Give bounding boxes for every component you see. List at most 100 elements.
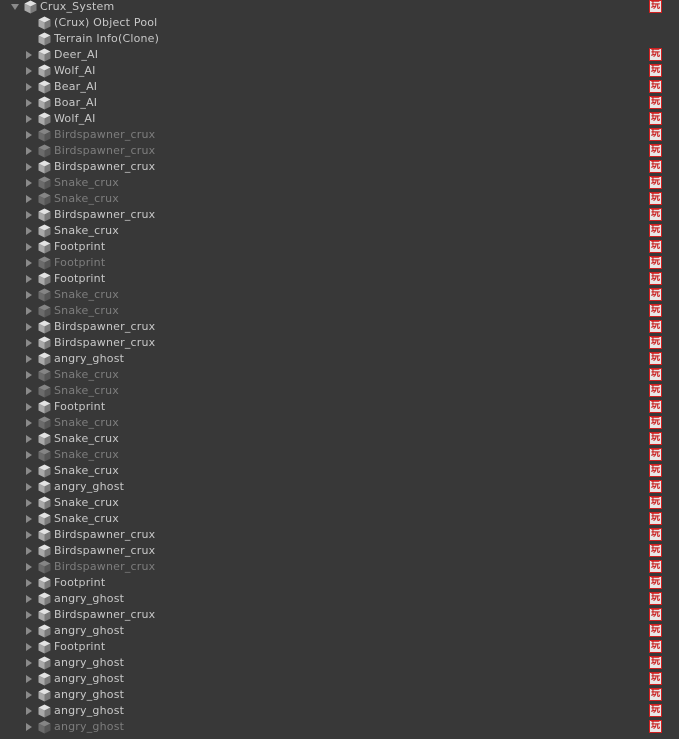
- triangle-right-icon[interactable]: [24, 655, 34, 671]
- play-badge-icon[interactable]: 玩: [649, 400, 662, 413]
- triangle-right-icon[interactable]: [24, 351, 34, 367]
- triangle-right-icon[interactable]: [24, 335, 34, 351]
- play-badge-icon[interactable]: 玩: [649, 464, 662, 477]
- play-badge-icon[interactable]: 玩: [649, 560, 662, 573]
- triangle-right-icon[interactable]: [24, 223, 34, 239]
- play-badge-icon[interactable]: 玩: [649, 288, 662, 301]
- hierarchy-item[interactable]: Snake_crux 玩: [0, 415, 679, 431]
- hierarchy-item[interactable]: Snake_crux 玩: [0, 447, 679, 463]
- play-badge-icon[interactable]: 玩: [649, 64, 662, 77]
- hierarchy-item[interactable]: Birdspawner_crux 玩: [0, 527, 679, 543]
- hierarchy-item[interactable]: Wolf_AI 玩: [0, 111, 679, 127]
- hierarchy-item[interactable]: angry_ghost 玩: [0, 623, 679, 639]
- hierarchy-item[interactable]: Footprint 玩: [0, 575, 679, 591]
- hierarchy-item[interactable]: Birdspawner_crux 玩: [0, 543, 679, 559]
- hierarchy-item[interactable]: Snake_crux 玩: [0, 431, 679, 447]
- hierarchy-item[interactable]: angry_ghost 玩: [0, 719, 679, 735]
- play-badge-icon[interactable]: 玩: [649, 576, 662, 589]
- triangle-right-icon[interactable]: [24, 127, 34, 143]
- play-badge-icon[interactable]: 玩: [649, 272, 662, 285]
- hierarchy-item[interactable]: angry_ghost 玩: [0, 687, 679, 703]
- triangle-right-icon[interactable]: [24, 479, 34, 495]
- triangle-right-icon[interactable]: [24, 463, 34, 479]
- play-badge-icon[interactable]: 玩: [649, 352, 662, 365]
- triangle-right-icon[interactable]: [24, 143, 34, 159]
- triangle-right-icon[interactable]: [24, 719, 34, 735]
- triangle-right-icon[interactable]: [24, 639, 34, 655]
- triangle-right-icon[interactable]: [24, 287, 34, 303]
- triangle-right-icon[interactable]: [24, 47, 34, 63]
- triangle-right-icon[interactable]: [24, 575, 34, 591]
- hierarchy-item[interactable]: Snake_crux 玩: [0, 495, 679, 511]
- hierarchy-item[interactable]: Birdspawner_crux 玩: [0, 319, 679, 335]
- play-badge-icon[interactable]: 玩: [649, 48, 662, 61]
- play-badge-icon[interactable]: 玩: [649, 416, 662, 429]
- play-badge-icon[interactable]: 玩: [649, 624, 662, 637]
- play-badge-icon[interactable]: 玩: [649, 432, 662, 445]
- play-badge-icon[interactable]: 玩: [649, 688, 662, 701]
- play-badge-icon[interactable]: 玩: [649, 368, 662, 381]
- play-badge-icon[interactable]: 玩: [649, 512, 662, 525]
- play-badge-icon[interactable]: 玩: [649, 240, 662, 253]
- hierarchy-item[interactable]: Footprint 玩: [0, 255, 679, 271]
- play-badge-icon[interactable]: 玩: [649, 704, 662, 717]
- play-badge-icon[interactable]: 玩: [649, 128, 662, 141]
- triangle-right-icon[interactable]: [24, 431, 34, 447]
- triangle-right-icon[interactable]: [24, 303, 34, 319]
- hierarchy-item[interactable]: Snake_crux 玩: [0, 383, 679, 399]
- play-badge-icon[interactable]: 玩: [649, 592, 662, 605]
- triangle-right-icon[interactable]: [24, 111, 34, 127]
- triangle-right-icon[interactable]: [24, 255, 34, 271]
- hierarchy-item[interactable]: Snake_crux 玩: [0, 191, 679, 207]
- triangle-right-icon[interactable]: [24, 383, 34, 399]
- hierarchy-item[interactable]: Boar_AI 玩: [0, 95, 679, 111]
- play-badge-icon[interactable]: 玩: [649, 208, 662, 221]
- play-badge-icon[interactable]: 玩: [649, 480, 662, 493]
- triangle-right-icon[interactable]: [24, 271, 34, 287]
- triangle-right-icon[interactable]: [24, 175, 34, 191]
- triangle-down-icon[interactable]: [10, 0, 20, 15]
- triangle-right-icon[interactable]: [24, 543, 34, 559]
- triangle-right-icon[interactable]: [24, 623, 34, 639]
- triangle-right-icon[interactable]: [24, 207, 34, 223]
- triangle-right-icon[interactable]: [24, 591, 34, 607]
- triangle-right-icon[interactable]: [24, 399, 34, 415]
- hierarchy-item[interactable]: Birdspawner_crux 玩: [0, 335, 679, 351]
- triangle-right-icon[interactable]: [24, 447, 34, 463]
- hierarchy-item[interactable]: Birdspawner_crux 玩: [0, 127, 679, 143]
- hierarchy-item[interactable]: Snake_crux 玩: [0, 511, 679, 527]
- hierarchy-item[interactable]: Terrain Info(Clone): [0, 31, 679, 47]
- triangle-right-icon[interactable]: [24, 511, 34, 527]
- play-badge-icon[interactable]: 玩: [649, 656, 662, 669]
- hierarchy-item[interactable]: Snake_crux 玩: [0, 223, 679, 239]
- play-badge-icon[interactable]: 玩: [649, 384, 662, 397]
- play-badge-icon[interactable]: 玩: [649, 528, 662, 541]
- hierarchy-item[interactable]: angry_ghost 玩: [0, 591, 679, 607]
- hierarchy-item[interactable]: angry_ghost 玩: [0, 655, 679, 671]
- hierarchy-item[interactable]: Deer_AI 玩: [0, 47, 679, 63]
- hierarchy-item[interactable]: angry_ghost 玩: [0, 479, 679, 495]
- hierarchy-item[interactable]: Birdspawner_crux 玩: [0, 559, 679, 575]
- triangle-right-icon[interactable]: [24, 239, 34, 255]
- hierarchy-item[interactable]: Footprint 玩: [0, 239, 679, 255]
- hierarchy-item[interactable]: Birdspawner_crux 玩: [0, 159, 679, 175]
- hierarchy-item[interactable]: Birdspawner_crux 玩: [0, 143, 679, 159]
- hierarchy-item[interactable]: Footprint 玩: [0, 399, 679, 415]
- play-badge-icon[interactable]: 玩: [649, 112, 662, 125]
- triangle-right-icon[interactable]: [24, 95, 34, 111]
- triangle-right-icon[interactable]: [24, 159, 34, 175]
- play-badge-icon[interactable]: 玩: [649, 304, 662, 317]
- hierarchy-item[interactable]: Birdspawner_crux 玩: [0, 607, 679, 623]
- hierarchy-item[interactable]: Snake_crux 玩: [0, 287, 679, 303]
- play-badge-icon[interactable]: 玩: [649, 0, 662, 13]
- play-badge-icon[interactable]: 玩: [649, 608, 662, 621]
- hierarchy-item[interactable]: Snake_crux 玩: [0, 463, 679, 479]
- play-badge-icon[interactable]: 玩: [649, 544, 662, 557]
- triangle-right-icon[interactable]: [24, 703, 34, 719]
- triangle-right-icon[interactable]: [24, 191, 34, 207]
- hierarchy-item[interactable]: Snake_crux 玩: [0, 303, 679, 319]
- play-badge-icon[interactable]: 玩: [649, 176, 662, 189]
- play-badge-icon[interactable]: 玩: [649, 496, 662, 509]
- play-badge-icon[interactable]: 玩: [649, 320, 662, 333]
- play-badge-icon[interactable]: 玩: [649, 256, 662, 269]
